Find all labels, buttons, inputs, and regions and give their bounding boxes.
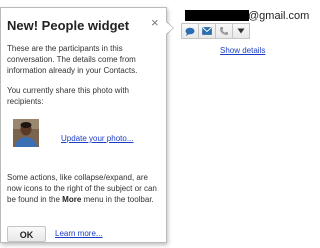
learn-more-link[interactable]: Learn more... — [55, 229, 103, 238]
more-dropdown-button[interactable] — [232, 23, 250, 39]
chat-icon — [185, 27, 195, 36]
popup-arrow — [165, 21, 173, 35]
phone-icon — [219, 26, 229, 36]
share-photo-text: You currently share this photo with reci… — [7, 86, 129, 106]
people-widget-popup: New! People widget × These are the parti… — [0, 7, 167, 243]
actions-info-text: Some actions, like collapse/expand, are … — [7, 172, 163, 205]
show-details-link[interactable]: Show details — [220, 46, 265, 55]
user-avatar-photo — [13, 119, 39, 147]
dropdown-arrow-icon — [237, 28, 245, 34]
redacted-email-name — [185, 10, 249, 21]
close-icon[interactable]: × — [151, 16, 159, 29]
email-button[interactable] — [198, 23, 215, 39]
update-photo-link[interactable]: Update your photo... — [61, 134, 134, 143]
mail-icon — [202, 27, 212, 35]
intro-text: These are the participants in this conve… — [7, 44, 138, 75]
actions-text-end: menu in the toolbar. — [81, 195, 154, 204]
popup-title: New! People widget — [7, 18, 130, 33]
ok-button[interactable]: OK — [7, 226, 46, 242]
chat-button[interactable] — [181, 23, 198, 39]
contact-action-bar — [181, 23, 260, 39]
email-domain: @gmail.com — [248, 10, 310, 22]
contact-email: @gmail.com — [180, 9, 309, 23]
phone-button[interactable] — [215, 23, 232, 39]
more-menu-name: More — [62, 195, 82, 204]
